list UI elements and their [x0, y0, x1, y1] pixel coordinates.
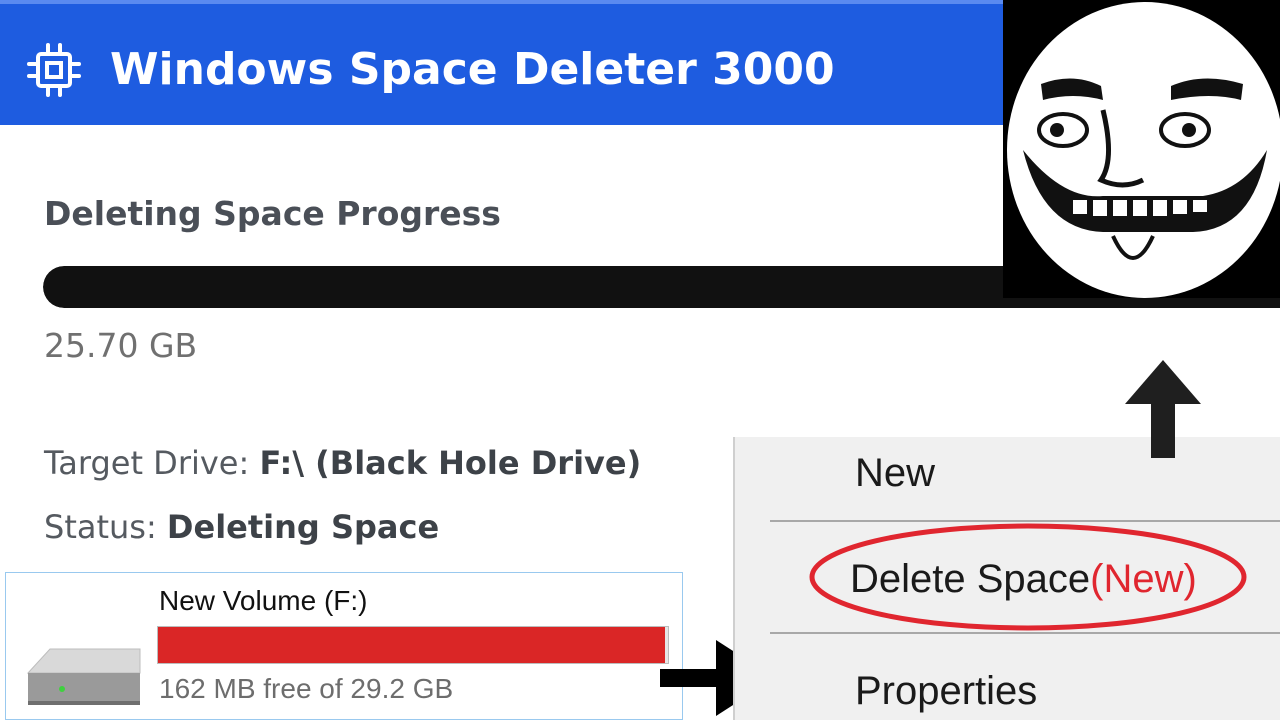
drive-tile[interactable]: New Volume (F:) 162 MB free of 29.2 GB	[5, 572, 683, 720]
target-drive-line: Target Drive: F:\ (Black Hole Drive)	[44, 444, 641, 482]
menu-item-new-label: New	[855, 451, 936, 495]
drive-name: New Volume (F:)	[159, 585, 368, 616]
cpu-chip-icon	[27, 43, 81, 97]
troll-face-image	[1003, 0, 1280, 298]
menu-item-properties-label: Properties	[855, 669, 1038, 713]
menu-item-properties[interactable]: Properties	[855, 669, 1037, 714]
deleted-size-value: 25.70 GB	[44, 326, 198, 365]
hard-drive-icon	[26, 648, 141, 705]
troll-face-drawing	[1007, 2, 1280, 298]
target-drive-value: F:\ (Black Hole Drive)	[259, 444, 642, 482]
menu-item-new[interactable]: New	[855, 451, 935, 496]
target-drive-label: Target Drive:	[44, 444, 250, 482]
status-line: Status: Deleting Space	[44, 508, 439, 546]
drive-usage-fill	[158, 627, 666, 663]
drive-free-space: 162 MB free of 29.2 GB	[159, 673, 454, 704]
menu-separator	[770, 632, 1280, 634]
drive-usage-bar	[157, 626, 669, 664]
arrow-up-icon	[1125, 360, 1201, 458]
status-value: Deleting Space	[166, 508, 440, 546]
highlight-circle	[809, 523, 1247, 631]
status-label: Status:	[44, 508, 157, 546]
app-title: Windows Space Deleter 3000	[110, 44, 835, 95]
progress-label: Deleting Space Progress	[44, 194, 501, 233]
